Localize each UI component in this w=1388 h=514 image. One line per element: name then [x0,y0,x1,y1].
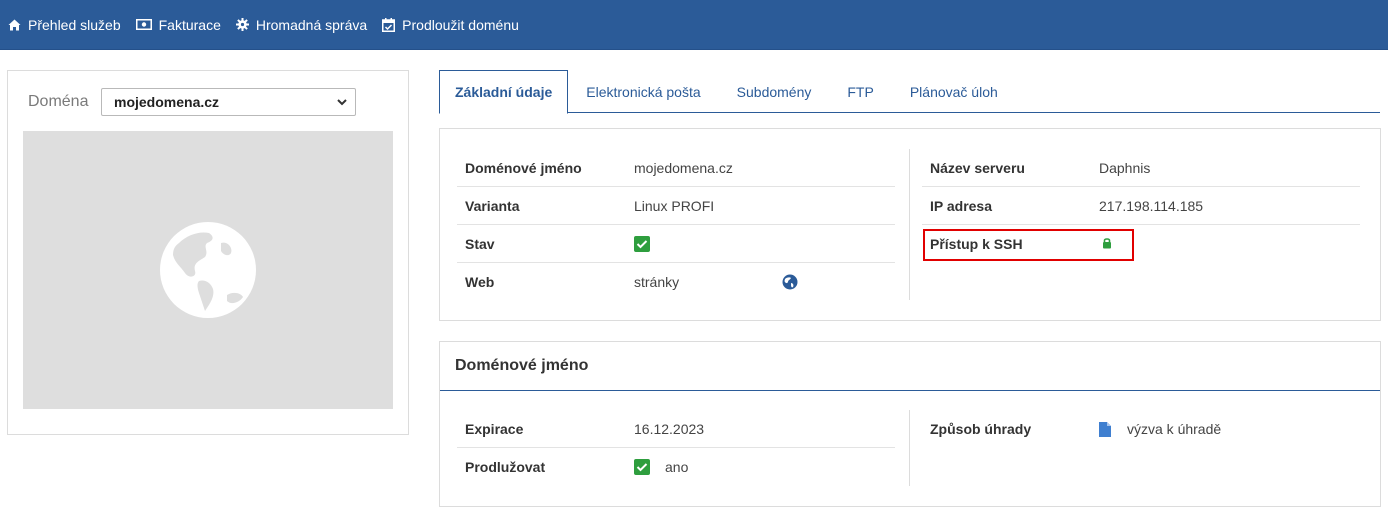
nav-label: Hromadná správa [255,16,368,33]
globe-link-icon[interactable] [782,274,798,290]
row-value: 16.12.2023 [634,420,705,437]
row-value: Linux PROFI [634,197,715,214]
row-value: stránky [634,274,680,290]
row-label: Způsob úhrady [930,421,1032,437]
row-label: Web [465,274,495,290]
row-label: Název serveru [930,159,1025,176]
top-navbar: Přehled služeb Fakturace Hromadná správa… [0,0,1388,50]
chevron-down-icon [337,99,347,106]
row-value: mojedomena.cz [634,159,733,176]
globe-icon [160,222,256,318]
ssh-highlight-box [923,229,1134,261]
row-value: ano [634,459,688,475]
tab-zakladni-udaje[interactable]: Základní údaje [439,70,569,114]
check-icon [634,459,650,475]
nav-item-prehled-sluzeb[interactable]: Přehled služeb [8,17,121,33]
row-value: 217.198.114.185 [1099,197,1204,214]
nav-label: Fakturace [158,16,221,33]
row-label: Stav [465,235,495,252]
info-row-ip-address: IP adresa 217.198.114.185 [922,187,1360,225]
info-row-status: Stav [457,225,895,263]
row-label: Doménové jméno [465,159,582,176]
tab-planovac-uloh[interactable]: Plánovač úloh [892,70,1016,113]
basic-info-card: Doménové jméno mojedomena.cz Varianta Li… [439,128,1381,321]
row-value [634,235,650,252]
row-label: Expirace [465,420,524,437]
check-icon [634,235,650,252]
row-value: Daphnis [1099,159,1151,176]
info-row-renew: Prodlužovat ano [457,448,895,486]
home-icon [8,19,21,30]
tab-elektronicka-posta[interactable]: Elektronická pošta [568,70,718,113]
row-label: Varianta [465,197,520,214]
info-row-variant: Varianta Linux PROFI [457,187,895,225]
website-preview [23,131,393,409]
nav-item-prodlouzit-domenu[interactable]: Prodloužit doménu [382,17,519,33]
tab-subdomeny[interactable]: Subdomény [719,70,830,113]
tab-ftp[interactable]: FTP [829,70,891,113]
info-row-domain-name: Doménové jméno mojedomena.cz [457,149,895,187]
domain-info-right: Způsob úhrady výzva k úhradě [922,410,1360,448]
tab-bar: Základní údaje Elektronická pošta Subdom… [439,70,1380,114]
domain-name-card: Doménové jméno Expirace 16.12.2023 Prodl… [439,341,1381,507]
document-icon [1099,421,1111,437]
row-value: výzva k úhradě [1099,421,1221,437]
info-row-expiration: Expirace 16.12.2023 [457,410,895,448]
column-divider [909,410,910,486]
money-icon [135,19,152,30]
nav-label: Přehled služeb [28,16,121,33]
domain-select[interactable]: mojedomena.cz [101,88,356,116]
row-label: Prodlužovat [465,459,546,475]
domain-label: Doména [28,93,89,110]
gear-icon [235,18,249,31]
domain-select-value: mojedomena.cz [114,94,220,110]
nav-item-fakturace[interactable]: Fakturace [135,16,221,33]
row-label: IP adresa [930,197,993,214]
domain-panel: Doména mojedomena.cz [7,70,409,435]
nav-label: Prodloužit doménu [402,16,519,33]
calendar-check-icon [382,17,396,32]
info-row-payment-method: Způsob úhrady výzva k úhradě [922,410,1360,448]
domain-info-left: Expirace 16.12.2023 Prodlužovat ano [457,410,895,486]
nav-item-hromadna-sprava[interactable]: Hromadná správa [235,16,368,33]
payment-method-value: výzva k úhradě [1127,421,1222,437]
column-divider [909,149,910,300]
info-row-server-name: Název serveru Daphnis [922,149,1360,187]
renew-value: ano [665,459,689,475]
card-title: Doménové jméno [440,342,1380,391]
basic-info-left: Doménové jméno mojedomena.cz Varianta Li… [457,149,895,301]
info-row-web: Web stránky [457,263,895,301]
